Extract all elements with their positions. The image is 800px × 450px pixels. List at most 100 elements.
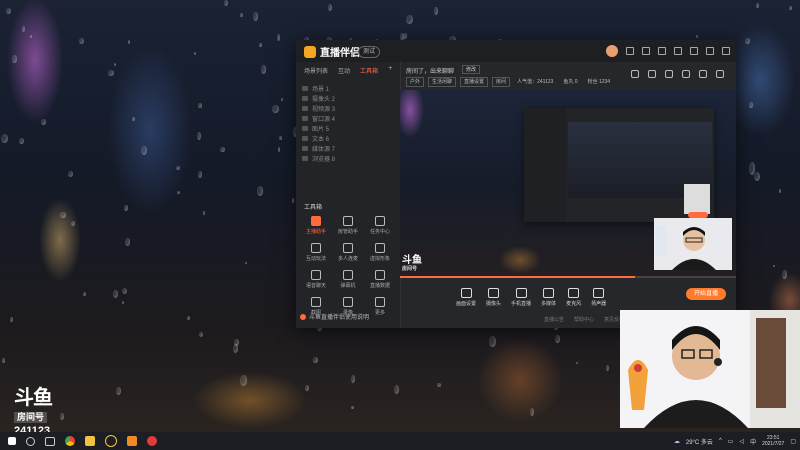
- scene-item[interactable]: 浏览器 8: [302, 153, 394, 163]
- raindrop: [575, 361, 579, 365]
- eye-icon[interactable]: [302, 135, 308, 141]
- clock[interactable]: 23:51 2021/7/27: [762, 435, 784, 447]
- lock-icon[interactable]: [648, 70, 656, 78]
- version-badge[interactable]: 测试: [358, 46, 381, 58]
- windows-start-icon[interactable]: [8, 437, 16, 445]
- eye-icon[interactable]: [302, 85, 308, 91]
- scene-label: 图片 5: [312, 126, 330, 133]
- folder-icon[interactable]: [85, 436, 95, 446]
- eye-icon[interactable]: [302, 105, 308, 111]
- eye-icon[interactable]: [302, 115, 308, 121]
- bottom-action-button[interactable]: 画面设置: [456, 287, 476, 307]
- tool-item[interactable]: 多人连麦: [332, 243, 364, 262]
- chrome-icon[interactable]: [65, 436, 75, 446]
- tab-scenes[interactable]: 场景列表: [304, 66, 328, 75]
- gift-icon[interactable]: [631, 70, 639, 78]
- stream-preview[interactable]: 斗鱼 房间号: [400, 90, 736, 276]
- search-icon[interactable]: [26, 436, 35, 446]
- netease-music-icon[interactable]: [147, 436, 157, 446]
- camera-overlay: [654, 218, 732, 270]
- start-live-button[interactable]: 开始直播: [686, 288, 726, 300]
- notice-bar[interactable]: 斗鱼直播伴侣使用说明: [300, 312, 369, 321]
- weather-icon[interactable]: ☁: [674, 438, 680, 445]
- raindrop: [434, 7, 439, 15]
- scene-item[interactable]: 场景 1: [302, 83, 394, 93]
- room-title[interactable]: 房间了，出来聊聊: [406, 66, 454, 75]
- scene-item[interactable]: 媒体源 7: [302, 143, 394, 153]
- chevron-up-icon[interactable]: ^: [719, 438, 722, 444]
- tool-label: 弹幕机: [340, 283, 356, 289]
- eye-icon[interactable]: [302, 145, 308, 151]
- raindrop: [437, 382, 442, 388]
- folder-icon[interactable]: [682, 70, 690, 78]
- maximize-icon[interactable]: [706, 47, 714, 55]
- message-icon[interactable]: [626, 47, 634, 55]
- tool-item[interactable]: 房管助手: [332, 216, 364, 235]
- network-icon[interactable]: ▭: [728, 438, 734, 445]
- eye-icon[interactable]: [302, 95, 308, 101]
- close-icon[interactable]: [722, 47, 730, 55]
- footer-link[interactable]: 直播公告: [544, 316, 564, 323]
- tool-label: 互动玩法: [305, 256, 326, 262]
- toolbox-grid: 主播助手 房管助手 任务中心 互动玩法 多人连麦 虚拟形象 语音聊天 弹幕机 直播数据 截图 录像更…: [300, 216, 396, 316]
- add-icon[interactable]: +: [388, 66, 392, 75]
- eye-icon[interactable]: [302, 125, 308, 131]
- audio-level-fill: [400, 276, 636, 278]
- eye-icon[interactable]: [302, 155, 308, 161]
- tab-interaction[interactable]: 互动: [338, 66, 350, 75]
- room-stat[interactable]: 直播设置: [460, 77, 489, 87]
- raindrop: [605, 364, 609, 372]
- bottom-action-button[interactable]: 手机直播: [511, 287, 531, 307]
- copy-icon[interactable]: [665, 70, 673, 78]
- raindrop: [176, 191, 180, 195]
- audio-level-bar: [400, 276, 736, 278]
- app-logo: 直播伴侣: [304, 44, 360, 59]
- footer-link[interactable]: 帮助中心: [574, 316, 594, 323]
- raindrop: [59, 413, 64, 420]
- minimize-icon[interactable]: [690, 47, 698, 55]
- scene-item[interactable]: 文本 6: [302, 133, 394, 143]
- raindrop: [1, 134, 9, 144]
- menu-icon[interactable]: [674, 47, 682, 55]
- skin-icon[interactable]: [642, 47, 650, 55]
- raindrop: [240, 12, 244, 18]
- raindrop: [197, 103, 202, 108]
- edit-title-button[interactable]: 修改: [462, 65, 481, 74]
- bottom-action-button[interactable]: 多媒体: [541, 287, 556, 307]
- heart-icon[interactable]: [658, 47, 666, 55]
- bottom-action-button[interactable]: 扬声器: [591, 287, 606, 307]
- live-companion-taskbar-icon[interactable]: [127, 436, 137, 446]
- task-view-icon[interactable]: [45, 436, 55, 446]
- bell-icon[interactable]: [699, 70, 707, 78]
- tab-toolbox[interactable]: 工具箱: [360, 66, 378, 75]
- room-stat[interactable]: 户外: [406, 77, 425, 87]
- scene-item[interactable]: 视频源 3: [302, 103, 394, 113]
- tool-item[interactable]: 任务中心: [364, 216, 396, 235]
- weather-text[interactable]: 29°C 多云: [686, 437, 713, 446]
- scene-item[interactable]: 摄像头 2: [302, 93, 394, 103]
- room-stat[interactable]: 生活闲聊: [428, 77, 457, 87]
- app-icon[interactable]: [105, 435, 117, 447]
- tool-item[interactable]: 语音聊天: [300, 270, 332, 289]
- share-icon[interactable]: [716, 70, 724, 78]
- tool-item[interactable]: 直播数据: [364, 270, 396, 289]
- action-icon: [460, 287, 472, 298]
- tool-item[interactable]: 互动玩法: [300, 243, 332, 262]
- volume-icon[interactable]: ◁: [739, 438, 744, 445]
- bottom-action-button[interactable]: 麦克风: [566, 287, 581, 307]
- toolbox-title: 工具箱: [304, 205, 323, 211]
- notification-icon[interactable]: ▢: [790, 438, 796, 445]
- raindrop: [71, 220, 76, 226]
- scene-item[interactable]: 图片 5: [302, 123, 394, 133]
- tool-item[interactable]: 主播助手: [300, 216, 332, 235]
- taskbar: ☁ 29°C 多云 ^ ▭ ◁ 中 23:51 2021/7/27 ▢: [0, 432, 800, 450]
- tool-item[interactable]: 弹幕机: [332, 270, 364, 289]
- ime-indicator[interactable]: 中: [750, 437, 756, 446]
- scene-item[interactable]: 窗口源 4: [302, 113, 394, 123]
- room-stat[interactable]: 房间: [492, 77, 511, 87]
- raindrop: [788, 6, 793, 10]
- tool-item[interactable]: 虚拟形象: [364, 243, 396, 262]
- title-bar[interactable]: 直播伴侣 测试: [296, 40, 736, 62]
- bottom-action-button[interactable]: 摄像头: [486, 287, 501, 307]
- user-avatar[interactable]: [606, 45, 618, 57]
